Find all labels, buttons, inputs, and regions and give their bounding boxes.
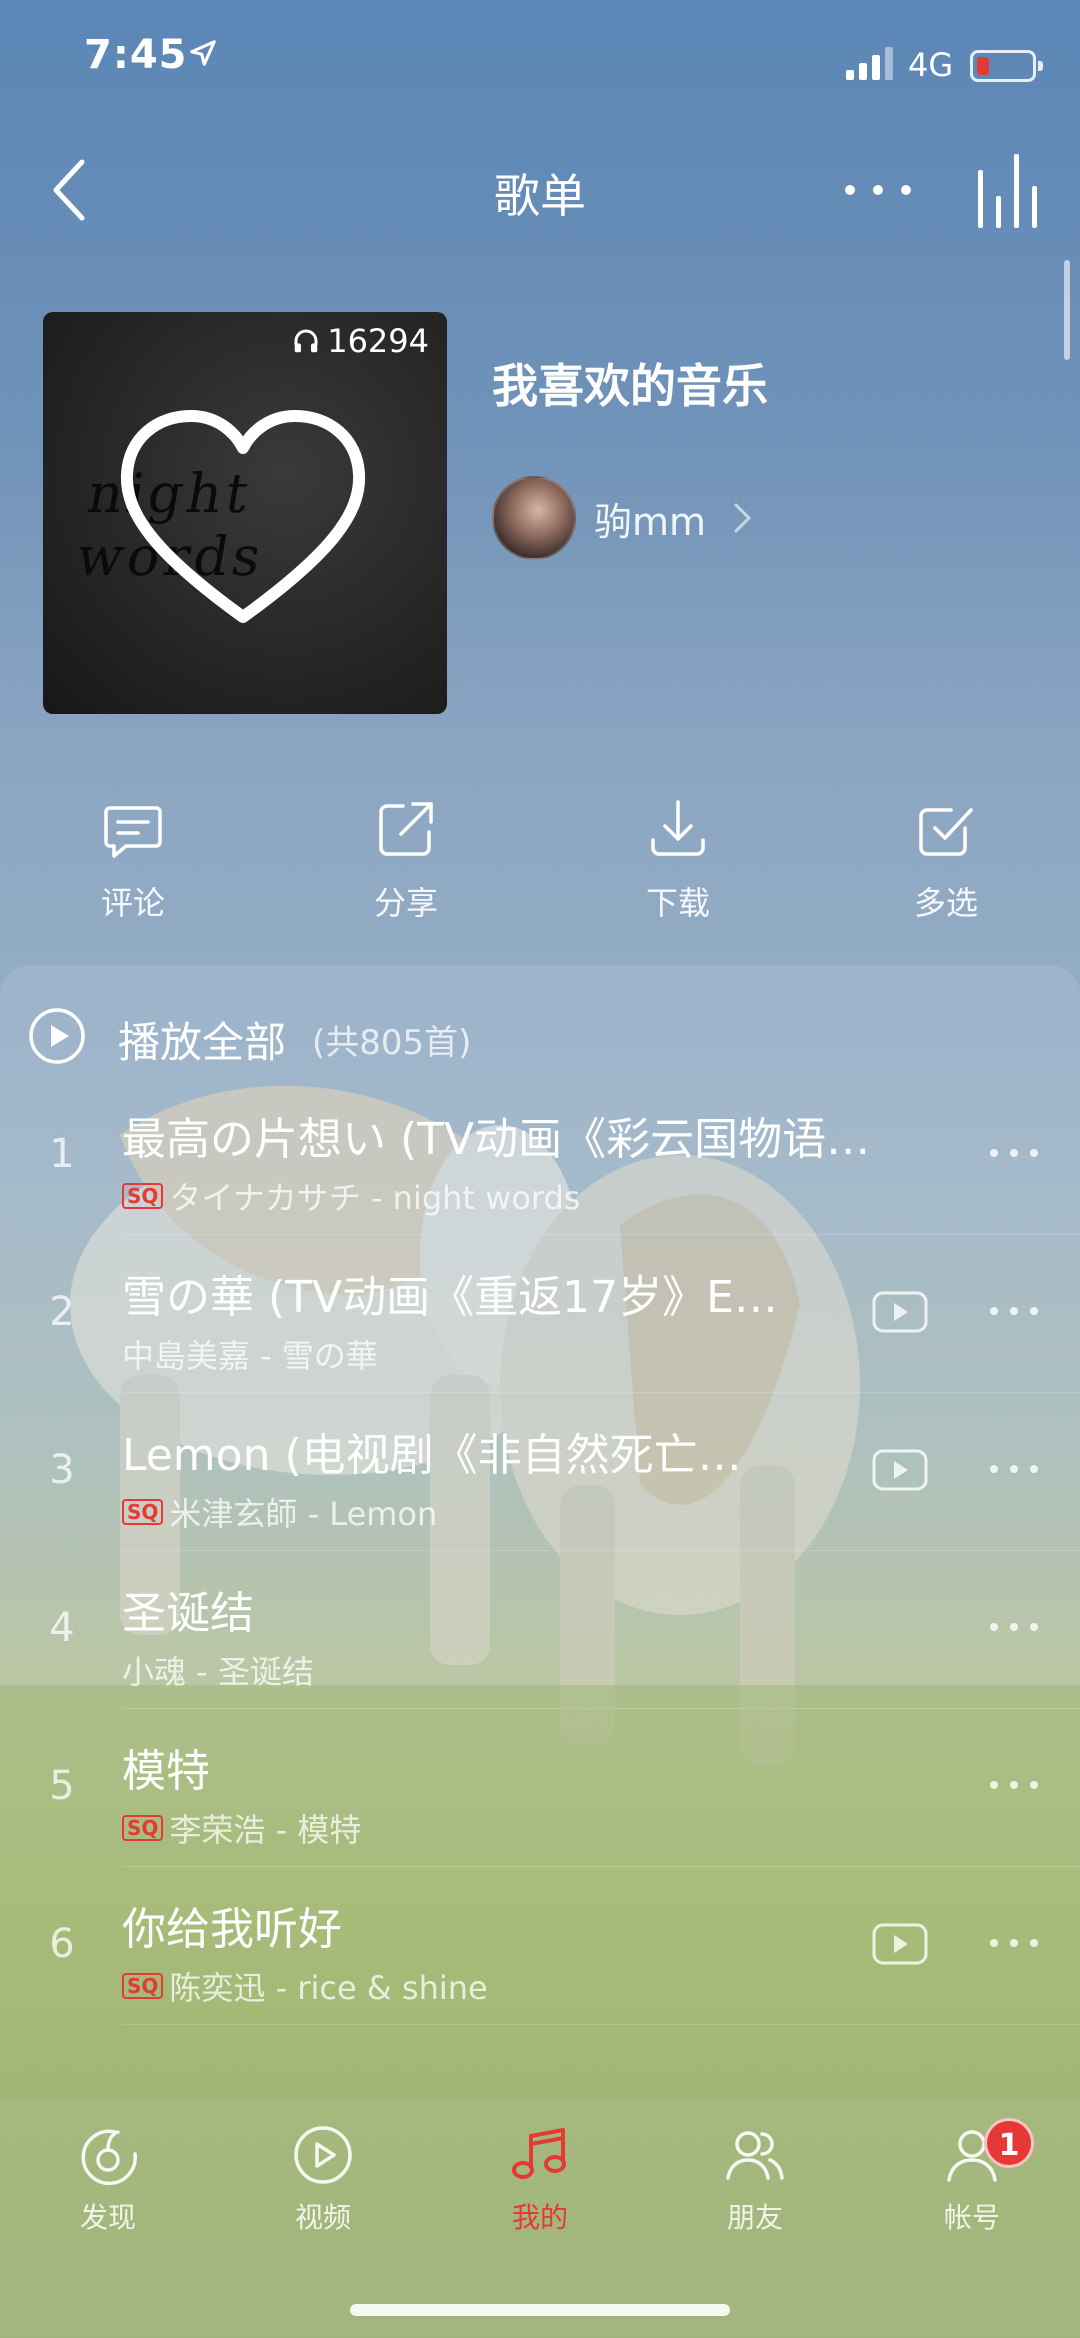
video-icon	[294, 2126, 352, 2184]
song-more-icon[interactable]	[988, 1303, 1040, 1319]
song-row[interactable]: 2 雪の華 (TV动画《重返17岁》E… 中島美嘉 - 雪の華	[0, 1235, 1080, 1393]
multi-select-button[interactable]: 多选	[866, 796, 1026, 924]
share-button[interactable]: 分享	[326, 796, 486, 924]
song-index: 6	[49, 1921, 75, 1967]
song-index: 5	[49, 1763, 75, 1809]
scroll-indicator	[1064, 260, 1070, 360]
mv-play-icon[interactable]	[872, 1291, 928, 1333]
song-title[interactable]: 雪の華 (TV动画《重返17岁》E…	[122, 1261, 778, 1325]
tab-video[interactable]: 视频	[253, 2122, 393, 2236]
tab-discover[interactable]: 发现	[38, 2122, 178, 2236]
song-index: 4	[49, 1605, 75, 1651]
song-index: 3	[49, 1447, 75, 1493]
comment-button[interactable]: 评论	[53, 796, 213, 924]
tab-mine-label: 我的	[511, 2201, 568, 2234]
song-row[interactable]: 3 Lemon (电视剧《非自然死亡… SQ 米津玄師 - Lemon	[0, 1393, 1080, 1551]
song-more-icon[interactable]	[988, 1935, 1040, 1951]
song-more-icon[interactable]	[988, 1619, 1040, 1635]
bottom-tab-bar: 发现 视频 我的 朋友 帐号 1	[0, 2100, 1080, 2338]
mv-play-icon[interactable]	[872, 1449, 928, 1491]
play-count-value: 16294	[327, 322, 429, 360]
music-note-icon	[512, 2128, 566, 2179]
notification-badge: 1	[984, 2118, 1034, 2168]
song-count: (共805首)	[312, 1023, 472, 1063]
sq-quality-badge: SQ	[122, 1499, 164, 1525]
song-artist-album: 米津玄師 - Lemon	[169, 1495, 438, 1533]
song-title[interactable]: 模特	[122, 1735, 210, 1799]
song-subtitle: SQ 李荣浩 - 模特	[122, 1805, 361, 1851]
song-title[interactable]: 圣诞结	[122, 1577, 254, 1641]
cellular-signal-icon	[846, 47, 893, 80]
tab-account[interactable]: 帐号 1	[902, 2118, 1042, 2236]
sq-quality-badge: SQ	[122, 1183, 164, 1209]
location-arrow-icon	[190, 40, 216, 66]
song-artist-album: 陈奕迅 - rice & shine	[169, 1969, 488, 2007]
download-button[interactable]: 下载	[598, 796, 758, 924]
song-title[interactable]: 最高の片想い (TV动画《彩云国物语…	[122, 1103, 870, 1167]
comment-label: 评论	[100, 884, 165, 922]
nav-bar: 歌单	[0, 130, 1080, 250]
status-time: 7:45	[84, 32, 188, 78]
download-label: 下载	[645, 884, 710, 922]
tab-video-label: 视频	[294, 2201, 351, 2234]
song-index: 1	[49, 1131, 75, 1177]
status-bar: 7:45 4G	[0, 0, 1080, 120]
song-artist-album: 李荣浩 - 模特	[169, 1811, 362, 1849]
song-subtitle: SQ 陈奕迅 - rice & shine	[122, 1963, 488, 2009]
song-more-icon[interactable]	[988, 1145, 1040, 1161]
song-row[interactable]: 4 圣诞结小魂 - 圣诞结	[0, 1551, 1080, 1709]
tab-friends-label: 朋友	[726, 2201, 783, 2234]
song-artist-album: 小魂 - 圣诞结	[122, 1653, 314, 1691]
sq-quality-badge: SQ	[122, 1815, 164, 1841]
play-all-label[interactable]: 播放全部	[118, 1009, 286, 1070]
song-subtitle: SQ 米津玄師 - Lemon	[122, 1489, 437, 1535]
song-artist-album: タイナカサチ - night words	[169, 1179, 581, 1217]
tab-account-label: 帐号	[943, 2201, 1000, 2234]
song-index: 2	[49, 1289, 75, 1335]
multi-select-label: 多选	[913, 884, 978, 922]
avatar[interactable]	[492, 476, 576, 560]
sq-quality-badge: SQ	[122, 1973, 164, 1999]
tab-mine[interactable]: 我的	[470, 2122, 610, 2236]
song-subtitle: SQ タイナカサチ - night words	[122, 1173, 580, 1219]
song-artist-album: 中島美嘉 - 雪の華	[122, 1337, 378, 1375]
creator-link[interactable]: 驹mm	[492, 476, 754, 560]
heart-icon	[120, 410, 366, 623]
now-playing-bars-icon[interactable]	[972, 150, 1044, 230]
creator-name[interactable]: 驹mm	[594, 491, 706, 546]
song-row[interactable]: 6 你给我听好 SQ 陈奕迅 - rice & shine	[0, 1867, 1080, 2025]
playlist-title: 我喜欢的音乐	[492, 359, 768, 413]
song-title[interactable]: Lemon (电视剧《非自然死亡…	[122, 1419, 742, 1483]
song-more-icon[interactable]	[988, 1777, 1040, 1793]
battery-icon	[970, 50, 1043, 82]
friends-icon	[726, 2131, 784, 2180]
song-row[interactable]: 5 模特 SQ 李荣浩 - 模特	[0, 1709, 1080, 1867]
page-title: 歌单	[494, 169, 586, 223]
song-subtitle: 中島美嘉 - 雪の華	[122, 1331, 378, 1377]
network-type: 4G	[908, 46, 954, 84]
chevron-right-icon	[734, 503, 752, 533]
multi-select-icon	[919, 808, 973, 856]
play-all-row[interactable]: 播放全部 (共805首)	[0, 965, 1080, 1077]
play-circle-icon[interactable]	[28, 1007, 86, 1065]
share-icon	[379, 802, 433, 856]
headphones-icon	[294, 329, 318, 353]
tab-discover-label: 发现	[79, 2201, 136, 2234]
song-title[interactable]: 你给我听好	[122, 1893, 342, 1957]
play-count: 16294	[291, 322, 429, 360]
home-indicator	[350, 2304, 730, 2316]
discover-icon	[81, 2129, 137, 2186]
comment-icon	[104, 806, 162, 858]
share-label: 分享	[373, 884, 438, 922]
row-divider	[122, 2024, 1080, 2025]
tab-friends[interactable]: 朋友	[685, 2122, 825, 2236]
song-more-icon[interactable]	[988, 1461, 1040, 1477]
song-row[interactable]: 1 最高の片想い (TV动画《彩云国物语… SQ タイナカサチ - night wor…	[0, 1077, 1080, 1235]
download-icon	[651, 800, 705, 856]
playlist-actions: 评论 分享 下载 多选	[0, 796, 1080, 926]
more-options-icon[interactable]	[838, 160, 918, 220]
mv-play-icon[interactable]	[872, 1923, 928, 1965]
song-subtitle: 小魂 - 圣诞结	[122, 1647, 314, 1693]
playlist-cover[interactable]: night words 16294	[43, 312, 447, 714]
